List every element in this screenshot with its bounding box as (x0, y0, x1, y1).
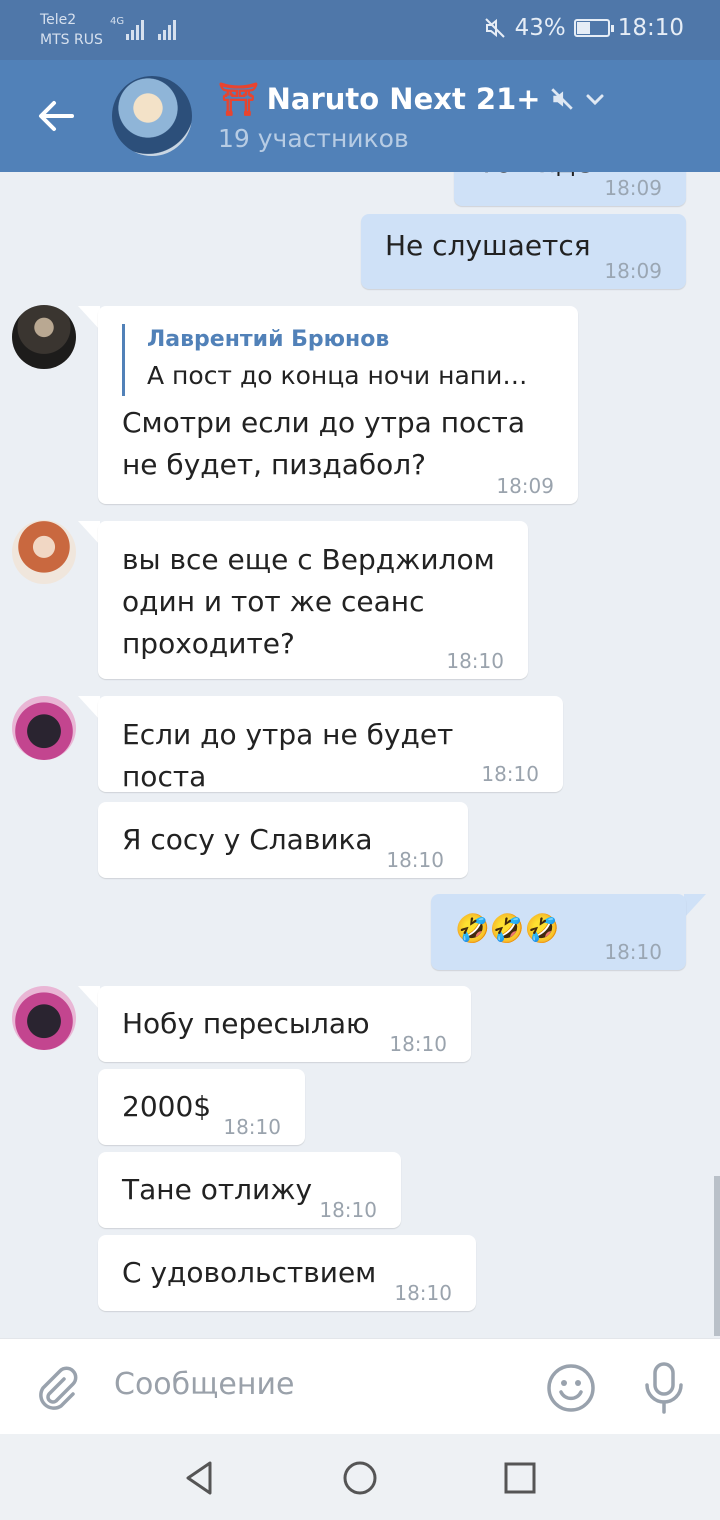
message-list[interactable]: Тошидё 18:09 Не слушается 18:09 Лавренти… (0, 172, 720, 1338)
nav-recents-icon[interactable] (500, 1458, 540, 1498)
chat-title-row[interactable]: ⛩ Naruto Next 21+ (218, 80, 607, 118)
system-nav-bar (0, 1434, 720, 1520)
torii-icon: ⛩ (218, 80, 259, 118)
carrier-1: Tele2 (40, 12, 77, 28)
chat-header: ⛩ Naruto Next 21+ 19 участников (0, 60, 720, 172)
message-incoming[interactable]: Лаврентий Брюнов А пост до конца ночи на… (98, 306, 578, 504)
network-indicators: 4G (110, 16, 176, 40)
message-time: 18:09 (604, 259, 662, 283)
message-outgoing[interactable]: Не слушается 18:09 (361, 214, 686, 289)
reply-text: А пост до конца ночи напи… (147, 361, 528, 390)
chat-title: Naruto Next 21+ (266, 82, 541, 116)
scrollbar[interactable] (714, 1176, 720, 1336)
mute-icon (484, 18, 505, 38)
message-incoming[interactable]: Я сосу у Славика 18:10 (98, 802, 468, 878)
attach-icon[interactable] (34, 1365, 80, 1411)
message-time: 18:10 (223, 1115, 281, 1139)
message-time: 18:09 (496, 474, 554, 498)
message-time: 18:10 (446, 649, 504, 673)
message-time: 18:10 (481, 762, 539, 786)
message-incoming[interactable]: Нобу пересылаю 18:10 (98, 986, 471, 1062)
clock: 18:10 (617, 15, 684, 41)
avatar[interactable] (12, 986, 76, 1050)
message-incoming[interactable]: Если до утра не будет поста 18:10 (98, 696, 563, 793)
battery-percent: 43% (514, 15, 566, 41)
message-outgoing[interactable]: 🤣🤣🤣 18:10 (431, 894, 686, 970)
message-incoming[interactable]: 2000$ 18:10 (98, 1069, 305, 1145)
avatar[interactable] (12, 696, 76, 760)
microphone-icon[interactable] (642, 1361, 686, 1415)
chevron-down-icon[interactable] (583, 87, 607, 111)
chat-avatar[interactable] (112, 76, 192, 156)
message-text: Если до утра не будет поста (122, 718, 454, 793)
message-composer (0, 1338, 720, 1434)
status-bar: Tele2 MTS RUS 4G 43% 18:10 (0, 0, 720, 60)
battery-icon (573, 19, 614, 37)
message-incoming[interactable]: С удовольствием 18:10 (98, 1235, 476, 1311)
avatar[interactable] (12, 305, 76, 369)
message-text-line: один и тот же сеанс (122, 585, 425, 618)
message-text-line: вы все еще с Верджилом (122, 543, 495, 576)
message-time: 18:10 (319, 1198, 377, 1222)
network-type: 4G (110, 16, 125, 27)
nav-home-icon[interactable] (340, 1458, 380, 1498)
message-incoming[interactable]: вы все еще с Верджилом один и тот же сеа… (98, 521, 528, 679)
message-time: 18:10 (389, 1032, 447, 1056)
muted-icon (550, 88, 573, 110)
signal-icon-1: 4G (110, 16, 144, 40)
carrier-info: Tele2 MTS RUS (40, 10, 103, 50)
carrier-2: MTS RUS (40, 32, 103, 48)
message-time: 18:09 (604, 176, 662, 200)
message-text-line: Смотри если до утра поста (122, 406, 526, 439)
back-arrow-icon[interactable] (36, 96, 76, 136)
message-time: 18:10 (394, 1281, 452, 1305)
message-text-line: не будет, пиздабол? (122, 448, 427, 481)
signal-icon-2 (158, 18, 176, 40)
avatar[interactable] (12, 520, 76, 584)
status-right: 43% 18:10 (483, 15, 684, 41)
nav-back-icon[interactable] (180, 1458, 220, 1498)
chat-members-count[interactable]: 19 участников (218, 124, 409, 153)
message-time: 18:10 (604, 940, 662, 964)
message-incoming[interactable]: Тане отлижу 18:10 (98, 1152, 401, 1228)
reply-author: Лаврентий Брюнов (147, 327, 390, 352)
message-outgoing[interactable]: Тошидё 18:09 (454, 172, 686, 206)
reply-quote[interactable]: Лаврентий Брюнов А пост до конца ночи на… (122, 324, 556, 396)
message-input[interactable] (114, 1367, 514, 1402)
message-time: 18:10 (386, 848, 444, 872)
emoji-icon[interactable] (546, 1363, 596, 1413)
